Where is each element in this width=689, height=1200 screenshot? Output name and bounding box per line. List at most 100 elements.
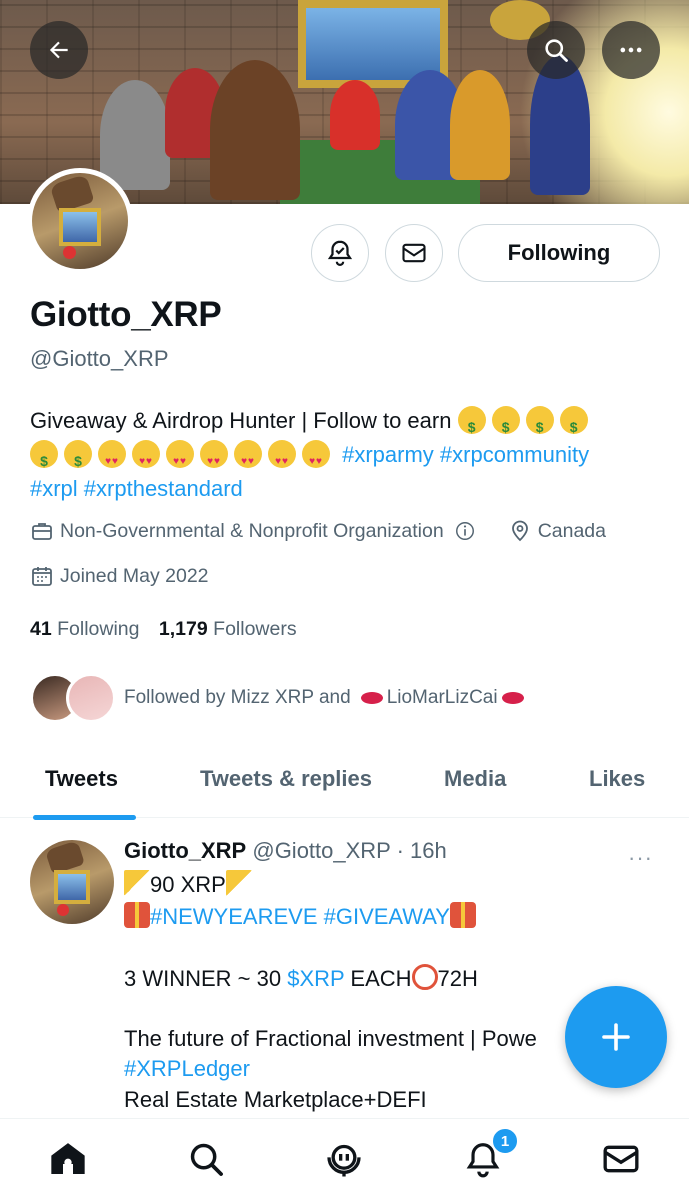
follower-avatar bbox=[66, 673, 116, 723]
tweet-author-name[interactable]: Giotto_XRP bbox=[124, 838, 246, 863]
user-handle: @Giotto_XRP bbox=[30, 346, 169, 371]
follow-counts: 41 Following 1,179 Followers bbox=[30, 618, 297, 641]
avatar-image bbox=[32, 173, 128, 269]
bio-line-1: Giveaway & Airdrop Hunter | Follow to ea… bbox=[30, 404, 670, 444]
tab-tweets[interactable]: Tweets bbox=[45, 766, 118, 792]
tweet-text: EACH bbox=[344, 966, 412, 991]
money-mouth-emoji bbox=[64, 440, 92, 478]
bio-line-3: #xrpl #xrpthestandard bbox=[30, 472, 670, 506]
tweet-author-meta: @Giotto_XRP · 16h bbox=[252, 838, 447, 863]
tweet-text: 72H bbox=[437, 966, 478, 991]
nav-home[interactable] bbox=[46, 1137, 90, 1181]
profile-tabs: Tweets Tweets & replies Media Likes bbox=[0, 750, 689, 818]
compose-tweet-button[interactable] bbox=[565, 986, 667, 1088]
spaces-icon bbox=[327, 1144, 361, 1177]
notify-button[interactable] bbox=[311, 224, 369, 282]
search-icon bbox=[545, 39, 568, 62]
tweet-line: #NEWYEAREVE #GIVEAWAY bbox=[124, 902, 476, 930]
bio-hashtags[interactable]: #xrpl #xrpthestandard bbox=[30, 476, 243, 501]
following-button[interactable]: Following bbox=[458, 224, 660, 282]
tweet-text: The future of Fractional investment | Po… bbox=[124, 1026, 537, 1051]
banner-figure bbox=[330, 80, 380, 150]
followers-count: 1,179 bbox=[158, 618, 208, 640]
nav-search[interactable] bbox=[184, 1137, 228, 1181]
tweet-more-button[interactable]: ··· bbox=[628, 845, 653, 871]
more-button[interactable] bbox=[602, 21, 660, 79]
back-arrow-icon bbox=[49, 41, 68, 59]
heart-eyes-emoji bbox=[166, 440, 194, 479]
following-count: 41 bbox=[30, 618, 52, 640]
back-button[interactable] bbox=[30, 21, 88, 79]
tweet-line: 3 WINNER ~ 30 $XRP EACH 72H bbox=[124, 964, 478, 992]
avatar-frame bbox=[53, 870, 91, 904]
tab-tweets-replies[interactable]: Tweets & replies bbox=[200, 766, 372, 792]
heart-eyes-emoji bbox=[200, 440, 228, 479]
nav-spaces[interactable] bbox=[322, 1137, 366, 1181]
heart-eyes-emoji bbox=[132, 440, 160, 479]
heart-eyes-emoji bbox=[98, 440, 126, 479]
bio-text: Giveaway & Airdrop Hunter | Follow to ea… bbox=[30, 408, 452, 433]
following-label: Following bbox=[57, 618, 140, 640]
tweet-text: 90 XRP bbox=[150, 872, 226, 897]
tweet-line: #XRPLedger bbox=[124, 1056, 250, 1082]
tweet-hashtag[interactable]: #XRPLedger bbox=[124, 1056, 250, 1081]
kiss-lips-emoji bbox=[360, 692, 383, 704]
tweet-line: Real Estate Marketplace+DEFI bbox=[124, 1087, 427, 1113]
profile-bio: Giveaway & Airdrop Hunter | Follow to ea… bbox=[30, 404, 670, 506]
followers-count-link[interactable]: 1,179 Followers bbox=[159, 618, 297, 640]
followed-by-preview[interactable]: Followed by Mizz XRP and LioMarLizCai bbox=[30, 673, 528, 723]
following-button-label: Following bbox=[507, 240, 611, 265]
profile-location: Canada bbox=[537, 519, 606, 542]
party-popper-emoji bbox=[124, 870, 150, 896]
followed-by-second: LioMarLizCai bbox=[386, 687, 498, 708]
bio-hashtags[interactable]: #xrparmy #xrpcommunity bbox=[342, 442, 589, 467]
tab-likes[interactable]: Likes bbox=[589, 766, 645, 792]
search-icon bbox=[190, 1143, 223, 1176]
notification-badge: 1 bbox=[491, 1127, 519, 1155]
tweet-header: Giotto_XRP @Giotto_XRP · 16h bbox=[124, 838, 447, 864]
heart-eyes-emoji bbox=[268, 440, 296, 479]
banner-figure bbox=[100, 80, 170, 190]
bottom-navigation bbox=[0, 1118, 689, 1200]
profile-meta-row: Non-Governmental & Nonprofit Organizatio… bbox=[30, 519, 606, 543]
heart-eyes-emoji bbox=[302, 440, 330, 479]
tweet-text: Real Estate Marketplace+DEFI bbox=[124, 1087, 427, 1112]
money-mouth-emoji bbox=[457, 406, 486, 444]
tweet-cashtag[interactable]: $XRP bbox=[287, 966, 344, 991]
tweet-hashtags[interactable]: #NEWYEAREVE #GIVEAWAY bbox=[150, 904, 450, 929]
tweet-line: 90 XRP bbox=[124, 870, 252, 898]
location-pin-icon bbox=[511, 520, 528, 542]
active-tab-indicator bbox=[33, 815, 136, 820]
avatar-frame bbox=[58, 207, 102, 246]
message-button[interactable] bbox=[385, 224, 443, 282]
profile-category: Non-Governmental & Nonprofit Organizatio… bbox=[60, 519, 444, 542]
mail-icon bbox=[603, 1145, 639, 1173]
gift-emoji bbox=[124, 902, 150, 928]
followed-by-text: Followed by Mizz XRP and LioMarLizCai bbox=[124, 687, 528, 709]
calendar-icon bbox=[32, 567, 52, 586]
profile-avatar[interactable] bbox=[27, 168, 133, 274]
display-name: Giotto_XRP bbox=[30, 295, 222, 334]
tab-media[interactable]: Media bbox=[444, 766, 506, 792]
info-icon[interactable] bbox=[454, 520, 476, 542]
gift-emoji bbox=[449, 902, 476, 928]
banner-figure bbox=[210, 60, 300, 200]
alarm-clock-emoji bbox=[411, 964, 438, 990]
followed-by-prefix: Followed by Mizz XRP and bbox=[124, 687, 351, 708]
following-count-link[interactable]: 41 Following bbox=[30, 618, 140, 640]
followers-label: Followers bbox=[213, 618, 297, 640]
party-popper-emoji bbox=[225, 870, 252, 896]
money-mouth-emoji bbox=[525, 406, 554, 444]
avatar-image bbox=[30, 840, 114, 924]
briefcase-icon bbox=[32, 523, 52, 540]
tweet-line: The future of Fractional investment | Po… bbox=[124, 1026, 537, 1052]
home-icon bbox=[51, 1143, 85, 1174]
avatar-ball bbox=[56, 903, 69, 916]
tweet-text: 3 WINNER ~ 30 bbox=[124, 966, 288, 991]
avatar-ball bbox=[62, 245, 77, 260]
tweet-author-avatar[interactable] bbox=[30, 840, 114, 924]
nav-messages[interactable] bbox=[599, 1137, 643, 1181]
more-icon bbox=[620, 47, 642, 53]
search-button[interactable] bbox=[527, 21, 585, 79]
profile-joined: Joined May 2022 bbox=[60, 564, 209, 587]
